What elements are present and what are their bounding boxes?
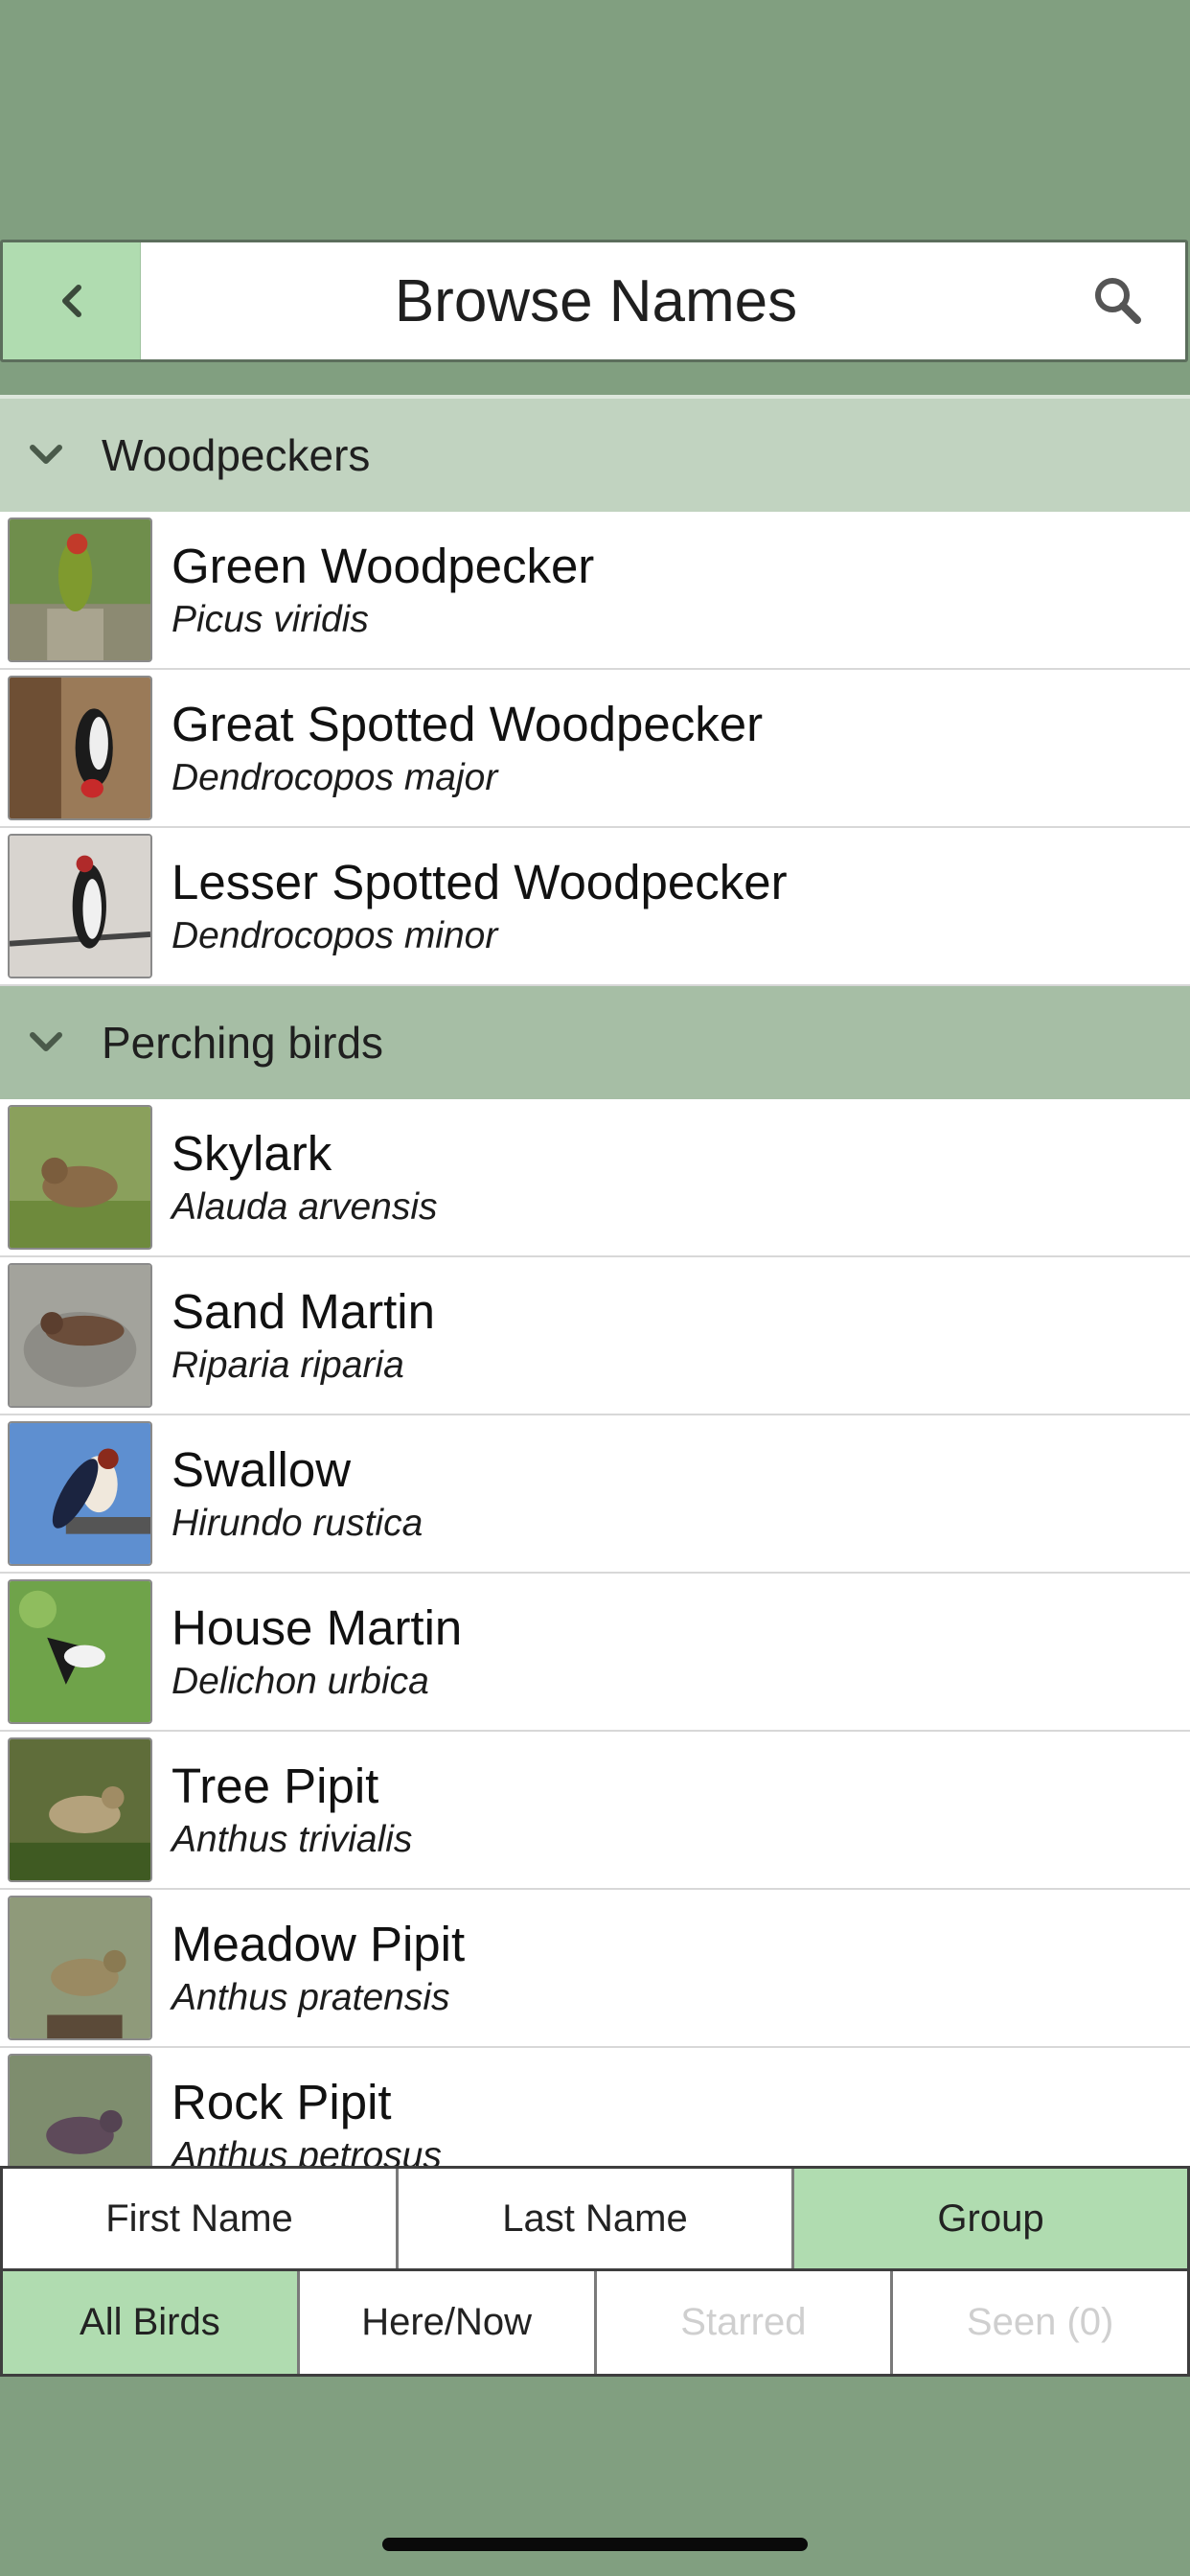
latin-name: Picus viridis	[172, 598, 369, 640]
search-icon	[1095, 278, 1141, 324]
latin-name: Hirundo rustica	[172, 1502, 423, 1544]
latin-name: Riparia riparia	[172, 1344, 404, 1386]
tab-all-birds[interactable]: All Birds	[3, 2271, 300, 2374]
section-label: Perching birds	[102, 1018, 384, 1068]
common-name: Meadow Pipit	[172, 1916, 466, 1971]
filter-segmented-control: All Birds Here/Now Starred Seen (0)	[0, 2271, 1190, 2377]
latin-name: Dendrocopos major	[172, 756, 498, 798]
back-button[interactable]	[3, 242, 141, 359]
list-item-skylark[interactable]: Skylark Alauda arvensis	[0, 1099, 1190, 1257]
tab-here-now[interactable]: Here/Now	[300, 2271, 597, 2374]
latin-name: Alauda arvensis	[172, 1185, 438, 1228]
list-item-meadow-pipit[interactable]: Meadow Pipit Anthus pratensis	[0, 1890, 1190, 2048]
header-spacer	[0, 362, 1190, 397]
tab-group[interactable]: Group	[794, 2169, 1187, 2268]
bird-thumbnail	[8, 1737, 152, 1882]
nav-header: Browse Names	[0, 240, 1188, 362]
sort-segmented-control: First Name Last Name Group	[0, 2166, 1190, 2271]
list-item-green-woodpecker[interactable]: Green Woodpecker Picus viridis	[0, 512, 1190, 670]
chevron-down-icon	[27, 442, 73, 469]
section-label: Woodpeckers	[102, 430, 371, 480]
list-item-rock-pipit[interactable]: Rock Pipit Anthus petrosus	[0, 2048, 1190, 2166]
bird-thumbnail	[8, 1105, 152, 1250]
common-name: House Martin	[172, 1599, 463, 1655]
list-item-tree-pipit[interactable]: Tree Pipit Anthus trivialis	[0, 1732, 1190, 1890]
bird-thumbnail	[8, 518, 152, 662]
bird-thumbnail	[8, 1579, 152, 1724]
latin-name: Dendrocopos minor	[172, 914, 498, 956]
bird-thumbnail	[8, 1421, 152, 1566]
home-indicator[interactable]	[382, 2538, 808, 2551]
bird-thumbnail	[8, 2054, 152, 2166]
chevron-down-icon	[27, 1029, 73, 1056]
list-item-great-spotted-woodpecker[interactable]: Great Spotted Woodpecker Dendrocopos maj…	[0, 670, 1190, 828]
bird-list[interactable]: Woodpeckers Green Woodpecker Picus virid…	[0, 399, 1190, 2166]
latin-name: Anthus petrosus	[172, 2134, 442, 2167]
bird-thumbnail	[8, 1896, 152, 2040]
tab-first-name[interactable]: First Name	[3, 2169, 399, 2268]
common-name: Lesser Spotted Woodpecker	[172, 854, 788, 909]
tab-last-name[interactable]: Last Name	[399, 2169, 794, 2268]
section-header-perching-birds[interactable]: Perching birds	[0, 986, 1190, 1099]
common-name: Sand Martin	[172, 1283, 435, 1339]
common-name: Swallow	[172, 1441, 352, 1497]
tab-starred[interactable]: Starred	[597, 2271, 894, 2374]
section-header-woodpeckers[interactable]: Woodpeckers	[0, 399, 1190, 512]
common-name: Great Spotted Woodpecker	[172, 696, 764, 751]
chevron-left-icon	[61, 285, 81, 317]
bird-thumbnail	[8, 1263, 152, 1408]
tab-seen[interactable]: Seen (0)	[893, 2271, 1187, 2374]
bird-thumbnail	[8, 834, 152, 978]
latin-name: Anthus pratensis	[172, 1976, 450, 2018]
list-item-swallow[interactable]: Swallow Hirundo rustica	[0, 1415, 1190, 1574]
search-button[interactable]	[1051, 242, 1185, 359]
common-name: Rock Pipit	[172, 2074, 392, 2129]
bird-thumbnail	[8, 676, 152, 820]
common-name: Tree Pipit	[172, 1758, 379, 1813]
latin-name: Anthus trivialis	[172, 1818, 413, 1860]
latin-name: Delichon urbica	[172, 1660, 429, 1702]
common-name: Skylark	[172, 1125, 332, 1181]
page-title: Browse Names	[394, 267, 798, 334]
list-item-sand-martin[interactable]: Sand Martin Riparia riparia	[0, 1257, 1190, 1415]
common-name: Green Woodpecker	[172, 538, 595, 593]
list-item-house-martin[interactable]: House Martin Delichon urbica	[0, 1574, 1190, 1732]
list-item-lesser-spotted-woodpecker[interactable]: Lesser Spotted Woodpecker Dendrocopos mi…	[0, 828, 1190, 986]
